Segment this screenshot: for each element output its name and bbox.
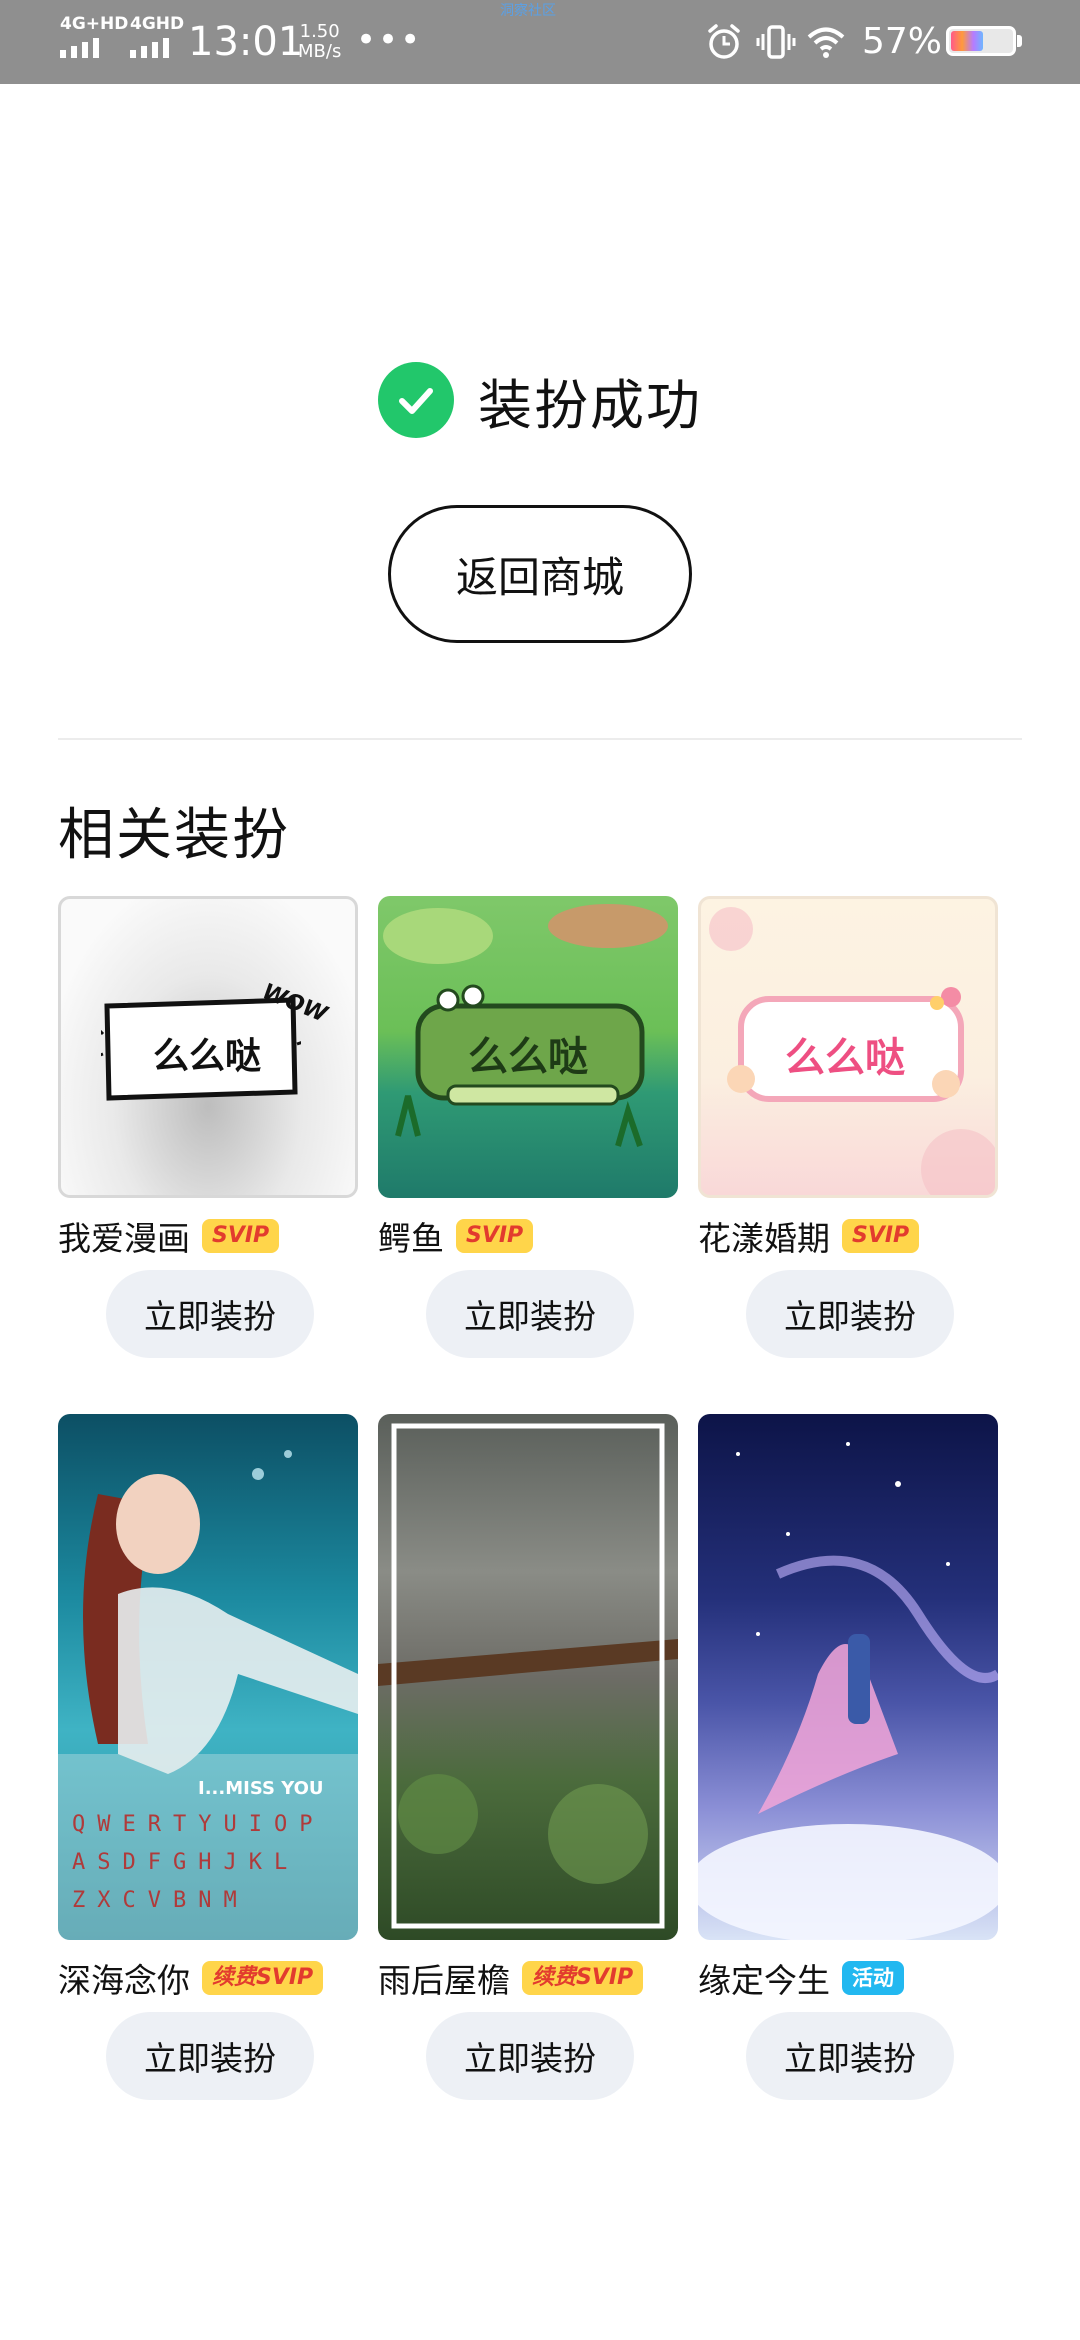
speed-value: 1.50 bbox=[299, 21, 340, 42]
signal-icon-2 bbox=[130, 38, 169, 58]
apply-button[interactable]: 立即装扮 bbox=[426, 1270, 634, 1358]
network-label-1: 4G+HD bbox=[60, 14, 129, 34]
item-name: 雨后屋檐 bbox=[378, 1961, 510, 2000]
vibrate-icon bbox=[756, 25, 796, 59]
item-name-row: 雨后屋檐 续费SVIP bbox=[378, 1954, 644, 2002]
item-name: 缘定今生 bbox=[698, 1961, 830, 2000]
item-thumbnail[interactable]: I...MISS YOU QWERTYUIOP ASDFGHJKL ZXCVBN… bbox=[58, 1414, 358, 1940]
apply-button[interactable]: 立即装扮 bbox=[106, 1270, 314, 1358]
apply-button[interactable]: 立即装扮 bbox=[426, 2012, 634, 2100]
network-label-2: 4GHD bbox=[130, 14, 185, 34]
keyboard-row-3: ZXCVBNM bbox=[72, 1888, 249, 1913]
overlay-text: I...MISS YOU bbox=[198, 1778, 324, 1799]
svip-badge: SVIP bbox=[456, 1219, 534, 1253]
keyboard-preview: QWERTYUIOP ASDFGHJKL ZXCVBNM bbox=[72, 1806, 324, 1920]
signal-icon-1 bbox=[60, 38, 99, 58]
apply-button[interactable]: 立即装扮 bbox=[746, 1270, 954, 1358]
bubble-text: 么么哒 bbox=[785, 1035, 905, 1081]
item-thumbnail[interactable]: 么么哒 bbox=[698, 896, 998, 1198]
item-thumbnail[interactable] bbox=[698, 1414, 998, 1940]
keyboard-row-1: QWERTYUIOP bbox=[72, 1812, 325, 1837]
item-name-row: 深海念你 续费SVIP bbox=[58, 1954, 324, 2002]
item-thumbnail[interactable]: 么么哒 bbox=[378, 896, 678, 1198]
apply-button[interactable]: 立即装扮 bbox=[746, 2012, 954, 2100]
item-name-row: 花漾婚期 SVIP bbox=[698, 1212, 920, 1260]
battery-fill bbox=[951, 31, 984, 51]
renew-svip-badge: 续费SVIP bbox=[202, 1961, 324, 1995]
item-name-row: 我爱漫画 SVIP bbox=[58, 1212, 280, 1260]
item-thumbnail[interactable]: 么么哒 WOW bbox=[58, 896, 358, 1198]
more-notifications-icon: ••• bbox=[356, 20, 423, 60]
back-to-mall-button[interactable]: 返回商城 bbox=[388, 505, 692, 643]
alarm-icon bbox=[708, 24, 740, 59]
item-name-row: 缘定今生 活动 bbox=[698, 1954, 904, 2002]
event-badge: 活动 bbox=[842, 1961, 904, 1995]
keyboard-row-2: ASDFGHJKL bbox=[72, 1850, 300, 1875]
item-thumbnail[interactable] bbox=[378, 1414, 678, 1940]
item-name: 鳄鱼 bbox=[378, 1219, 444, 1258]
speed-unit: MB/s bbox=[298, 41, 342, 62]
success-message-row: 装扮成功 bbox=[0, 360, 1080, 440]
renew-svip-badge: 续费SVIP bbox=[522, 1961, 644, 1995]
rain-scene-icon bbox=[378, 1423, 678, 1929]
bubble-text: 么么哒 bbox=[468, 1034, 588, 1080]
divider bbox=[58, 738, 1022, 740]
item-name-row: 鳄鱼 SVIP bbox=[378, 1212, 534, 1260]
battery-icon bbox=[946, 26, 1016, 56]
couple-starry-sky-icon bbox=[698, 1442, 998, 1940]
svip-badge: SVIP bbox=[842, 1219, 920, 1253]
success-text: 装扮成功 bbox=[478, 373, 702, 437]
bubble-text: 么么哒 bbox=[153, 1036, 262, 1077]
network-speed: 1.50 MB/s bbox=[298, 22, 341, 62]
tiny-label: 洞察社区 bbox=[500, 3, 556, 19]
item-name: 我爱漫画 bbox=[58, 1219, 190, 1258]
svip-badge: SVIP bbox=[202, 1219, 280, 1253]
status-bar: 4G+HD 4GHD 13:01 1.50 MB/s ••• 洞察社区 57% bbox=[0, 0, 1080, 84]
item-name: 深海念你 bbox=[58, 1961, 190, 2000]
clock: 13:01 bbox=[188, 19, 304, 65]
battery-percent: 57% bbox=[862, 21, 943, 62]
wifi-icon bbox=[807, 27, 845, 58]
section-title: 相关装扮 bbox=[58, 803, 290, 868]
item-name: 花漾婚期 bbox=[698, 1219, 830, 1258]
checkmark-icon bbox=[378, 362, 454, 438]
battery-tip bbox=[1017, 35, 1022, 47]
apply-button[interactable]: 立即装扮 bbox=[106, 2012, 314, 2100]
